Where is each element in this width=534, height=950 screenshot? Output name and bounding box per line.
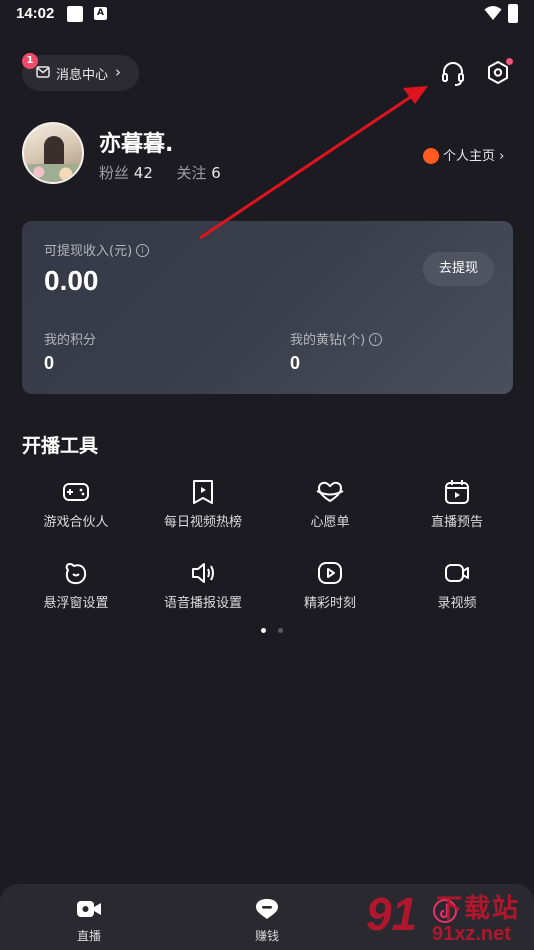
tool-label: 游戏合伙人 — [43, 515, 109, 530]
wishlist-icon — [316, 481, 344, 503]
tool-label: 录视频 — [437, 596, 477, 611]
watermark-logo: 91 — [366, 888, 418, 940]
nav-item-live[interactable]: 直播 — [44, 898, 134, 944]
fans-label: 粉丝 — [99, 164, 130, 182]
video-bookmark-icon — [193, 480, 213, 504]
floating-window-icon — [65, 563, 87, 585]
following-label: 关注 — [176, 164, 207, 182]
tool-game-partner[interactable]: 游戏合伙人 — [16, 479, 136, 530]
status-bar: 14:02 A — [0, 0, 534, 28]
info-icon[interactable]: i — [136, 244, 150, 257]
following-count: 6 — [211, 164, 221, 182]
status-time: 14:02 — [16, 5, 55, 22]
tool-label: 悬浮窗设置 — [43, 596, 109, 611]
message-badge: 1 — [22, 53, 38, 69]
tool-label: 直播预告 — [430, 515, 483, 530]
personal-homepage-link[interactable]: 个人主页 › — [423, 145, 504, 165]
tool-voice-broadcast-settings[interactable]: 语音播报设置 — [143, 560, 263, 611]
avatar-flowers — [28, 164, 82, 182]
homepage-chevron-icon: › — [499, 149, 505, 164]
homepage-label: 个人主页 — [443, 149, 496, 164]
message-center-label: 消息中心 — [56, 68, 109, 83]
nav-label: 赚钱 — [254, 929, 279, 943]
info-icon[interactable]: i — [369, 333, 383, 346]
mail-icon — [36, 66, 50, 78]
wifi-icon — [484, 6, 502, 20]
tool-label: 每日视频热榜 — [163, 515, 242, 530]
withdraw-button[interactable]: 去提现 — [423, 252, 494, 286]
withdrawable-label: 可提现收入(元) — [44, 244, 133, 259]
tool-record-video[interactable]: 录视频 — [397, 560, 517, 611]
customer-service-headset-icon[interactable] — [441, 61, 465, 87]
watermark: 91 下载站 91xz.net — [366, 885, 534, 950]
video-camera-icon — [445, 564, 469, 582]
watermark-text: 下载站 — [436, 894, 521, 924]
diamonds-value: 0 — [290, 353, 301, 373]
fans-count: 42 — [133, 164, 153, 182]
a-notification-icon: A — [94, 7, 107, 20]
withdrawable-value: 0.00 — [44, 265, 99, 296]
page-indicator-dot-active — [261, 628, 266, 633]
message-center-button[interactable]: 消息中心 › — [22, 55, 139, 91]
notification-square-icon — [67, 6, 83, 22]
highlight-play-icon — [318, 562, 342, 584]
nav-item-earn[interactable]: 赚钱 — [222, 898, 312, 944]
income-card: 可提现收入(元) i 0.00 去提现 我的积分 0 我的黄钻(个) i 0 — [22, 221, 513, 394]
diamonds-label: 我的黄钻(个) — [290, 333, 366, 348]
page-indicator-dot — [278, 628, 283, 633]
tool-live-preview[interactable]: 直播预告 — [397, 479, 517, 530]
homepage-icon — [423, 147, 439, 164]
follow-stats: 粉丝 42 关注 6 — [99, 162, 221, 183]
tool-label: 语音播报设置 — [163, 596, 242, 611]
tool-floating-window-settings[interactable]: 悬浮窗设置 — [16, 560, 136, 611]
avatar[interactable] — [22, 122, 84, 184]
calendar-play-icon — [445, 480, 469, 504]
tool-daily-video-chart[interactable]: 每日视频热榜 — [143, 479, 263, 530]
battery-icon — [508, 4, 518, 23]
live-camera-icon — [77, 901, 101, 917]
nav-label: 直播 — [76, 929, 101, 943]
gamepad-icon — [63, 483, 89, 501]
tool-wishlist[interactable]: 心愿单 — [270, 479, 390, 530]
watermark-url: 91xz.net — [432, 923, 511, 945]
diamonds-label-row: 我的黄钻(个) i — [290, 329, 383, 348]
points-label: 我的积分 — [44, 333, 97, 348]
tool-label: 精彩时刻 — [303, 596, 356, 611]
speaker-icon — [192, 563, 214, 583]
earn-icon — [256, 899, 278, 919]
points-value: 0 — [44, 353, 55, 373]
tools-section-title: 开播工具 — [22, 435, 99, 457]
chevron-right-icon: › — [115, 63, 121, 81]
settings-notification-dot — [506, 58, 513, 65]
username: 亦暮暮. — [99, 132, 174, 157]
tool-label: 心愿单 — [310, 515, 350, 530]
tool-highlight-moments[interactable]: 精彩时刻 — [270, 560, 390, 611]
withdrawable-label-row: 可提现收入(元) i — [44, 240, 150, 259]
